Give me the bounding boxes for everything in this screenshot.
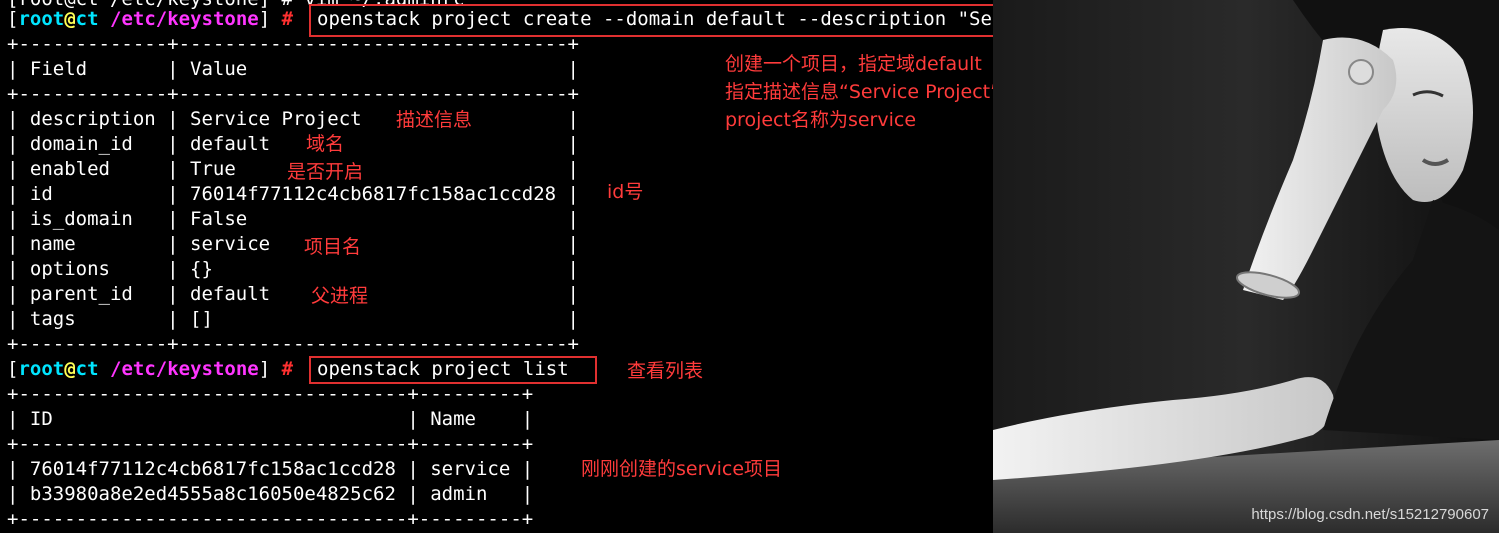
prompt-hash: # xyxy=(281,8,294,30)
annotation-create-line3: project名称为service xyxy=(725,109,917,131)
prompt-open-bracket: [ xyxy=(7,8,19,30)
table-border: +-------------+-------------------------… xyxy=(7,333,579,355)
table-row: | name | service | xyxy=(7,233,579,255)
watermark-text: https://blog.csdn.net/s15212790607 xyxy=(1251,506,1489,523)
table-row: | options | {} | xyxy=(7,258,579,280)
table-row: | parent_id | default | xyxy=(7,283,579,305)
prompt-at: @ xyxy=(64,8,76,30)
annotation-enabled: 是否开启 xyxy=(287,161,364,183)
annotation-parent: 父进程 xyxy=(311,285,369,307)
prompt-path: /etc/keystone xyxy=(98,358,259,380)
command-highlight-box xyxy=(309,356,597,384)
table-border: +-------------+-------------------------… xyxy=(7,33,579,55)
table-row: | description | Service Project | xyxy=(7,108,579,130)
table-row: | domain_id | default | xyxy=(7,133,579,155)
prompt-user: root xyxy=(18,358,65,380)
prompt-host: ct xyxy=(75,358,99,380)
annotation-list: 查看列表 xyxy=(627,360,704,382)
shell-prompt: [root@ct /etc/keystone] # xyxy=(7,357,293,382)
table-border: +-------------+-------------------------… xyxy=(7,83,579,105)
table-header: | ID | Name | xyxy=(7,408,534,430)
portrait-photo-image xyxy=(993,0,1499,533)
prompt-hash: # xyxy=(281,358,294,380)
table-row: | 76014f77112c4cb6817fc158ac1ccd28 | ser… xyxy=(7,458,534,480)
annotation-new-service: 刚刚创建的service项目 xyxy=(581,458,783,480)
portrait-photo: https://blog.csdn.net/s15212790607 xyxy=(993,0,1499,533)
annotation-create-line1: 创建一个项目，指定域default xyxy=(725,53,982,75)
prompt-at: @ xyxy=(64,358,76,380)
shell-prompt: [root@ct /etc/keystone] # xyxy=(7,7,293,32)
prompt-open-bracket: [ xyxy=(7,358,19,380)
terminal-window[interactable]: [root@ct /etc/keystone] # vim ~/.adminrc… xyxy=(0,0,1499,533)
prompt-host: ct xyxy=(75,8,99,30)
annotation-create-line2: 指定描述信息“Service Project” xyxy=(725,81,1000,103)
table-row: | is_domain | False | xyxy=(7,208,579,230)
prompt-close-bracket: ] xyxy=(258,358,282,380)
prompt-close-bracket: ] xyxy=(258,8,282,30)
table-border: +----------------------------------+----… xyxy=(7,383,534,405)
table-border: +----------------------------------+----… xyxy=(7,508,534,530)
table-row: | tags | [] | xyxy=(7,308,579,330)
table-border: +----------------------------------+----… xyxy=(7,433,534,455)
annotation-description: 描述信息 xyxy=(396,109,473,131)
annotation-id: id号 xyxy=(607,181,644,203)
annotation-name: 项目名 xyxy=(304,236,362,258)
table-header: | Field | Value | xyxy=(7,58,579,80)
prompt-user: root xyxy=(18,8,65,30)
annotation-domain: 域名 xyxy=(306,133,345,155)
prompt-path: /etc/keystone xyxy=(98,8,259,30)
table-row: | b33980a8e2ed4555a8c16050e4825c62 | adm… xyxy=(7,483,534,505)
